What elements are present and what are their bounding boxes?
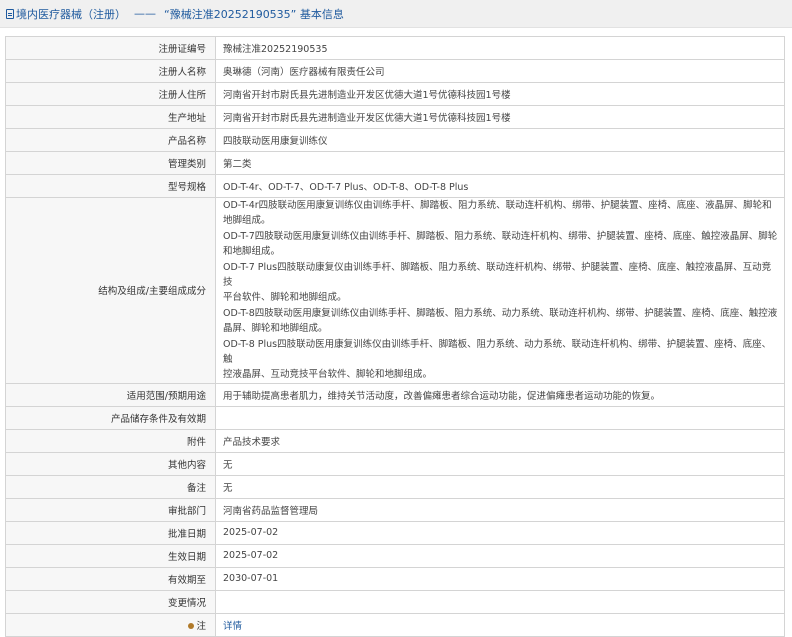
field-label: 产品储存条件及有效期 — [5, 405, 216, 430]
document-icon — [6, 8, 14, 19]
page-title: “豫械注准20252190535” 基本信息 — [164, 7, 344, 21]
field-label: 批准日期 — [5, 520, 216, 545]
table-row: 审批部门 河南省药品监督管理局 — [5, 497, 785, 522]
field-value: 用于辅助提高患者肌力，维持关节活动度，改善偏瘫患者综合运动功能，促进偏瘫患者运动… — [215, 382, 785, 407]
field-label: 备注 — [5, 474, 216, 499]
pin-icon — [188, 623, 195, 630]
field-value: 第二类 — [215, 151, 785, 175]
table-row: 注 详情 — [5, 612, 785, 637]
field-value: OD-T-4r、OD-T-7、OD-T-7 Plus、OD-T-8、OD-T-8… — [215, 174, 785, 198]
field-value: 2025-07-02 — [215, 543, 785, 568]
field-label: 审批部门 — [5, 497, 216, 522]
field-value: 无 — [215, 474, 785, 499]
details-link[interactable]: 详情 — [223, 621, 242, 632]
field-value: 产品技术要求 — [215, 428, 785, 453]
table-row: 结构及组成/主要组成成分 OD-T-4r四肢联动医用康复训练仪由训练手杆、脚踏板… — [5, 197, 785, 384]
table-row: 其他内容无 — [5, 451, 785, 476]
field-label: 型号规格 — [5, 174, 216, 198]
field-label: 适用范围/预期用途 — [5, 382, 216, 407]
field-value: 2025-07-02 — [215, 520, 785, 545]
note-label: 注 — [196, 620, 206, 632]
field-value: 河南省开封市尉氏县先进制造业开发区优德大道1号优德科技园1号楼 — [215, 82, 785, 106]
field-label: 注册证编号 — [5, 36, 216, 60]
field-value: OD-T-4r四肢联动医用康复训练仪由训练手杆、脚踏板、阻力系统、联动连杆机构、… — [215, 197, 785, 384]
table-row: 生产地址 河南省开封市尉氏县先进制造业开发区优德大道1号优德科技园1号楼 — [5, 105, 785, 129]
table-row: 管理类别 第二类 — [5, 151, 785, 175]
structure-line: 地脚组成。 — [223, 215, 271, 227]
table-row: 注册证编号 豫械注准20252190535 — [5, 36, 785, 60]
structure-line: 控液晶屏、互动竞技平台软件、脚轮和地脚组成。 — [223, 369, 433, 381]
structure-line: OD-T-8四肢联动医用康复训练仪由训练手杆、脚踏板、阻力系统、动力系统、联动连… — [223, 307, 778, 319]
table-row: 生效日期 2025-07-02 — [5, 543, 785, 568]
structure-line: 平台软件、脚轮和地脚组成。 — [223, 292, 347, 304]
table-row: 产品名称 四肢联动医用康复训练仪 — [5, 128, 785, 152]
field-value — [215, 589, 785, 614]
table-row: 型号规格 OD-T-4r、OD-T-7、OD-T-7 Plus、OD-T-8、OD… — [5, 174, 785, 198]
field-value: 奥琳德（河南）医疗器械有限责任公司 — [215, 59, 785, 83]
field-label: 其他内容 — [5, 451, 216, 476]
field-value: 详情 — [215, 612, 785, 637]
field-label: 注册人名称 — [5, 59, 216, 83]
field-value: 河南省开封市尉氏县先进制造业开发区优德大道1号优德科技园1号楼 — [215, 105, 785, 129]
field-label: 有效期至 — [5, 566, 216, 591]
structure-line: OD-T-8 Plus四肢联动医用康复训练仪由训练手杆、脚踏板、阻力系统、动力系… — [223, 338, 772, 366]
table-row: 变更情况 — [5, 589, 785, 614]
field-value: 2030-07-01 — [215, 566, 785, 591]
breadcrumb-separator: —— — [134, 7, 156, 20]
field-label: 生产地址 — [5, 105, 216, 129]
field-label: 管理类别 — [5, 151, 216, 175]
structure-line: 和地脚组成。 — [223, 246, 281, 258]
field-label: 变更情况 — [5, 589, 216, 614]
field-value — [215, 405, 785, 430]
field-label: 结构及组成/主要组成成分 — [5, 197, 216, 384]
table-row: 附件 产品技术要求 — [5, 428, 785, 453]
detail-table: 注册证编号 豫械注准20252190535 注册人名称 奥琳德（河南）医疗器械有限责… — [5, 36, 785, 637]
field-label: 产品名称 — [5, 128, 216, 152]
breadcrumb: 境内医疗器械（注册） —— “豫械注准20252190535” 基本信息 — [0, 0, 792, 28]
table-row: 适用范围/预期用途 用于辅助提高患者肌力，维持关节活动度，改善偏瘫患者综合运动功能… — [5, 382, 785, 407]
structure-line: OD-T-7 Plus四肢联动康复仪由训练手杆、脚踏板、阻力系统、联动连杆机构、… — [223, 261, 772, 289]
structure-line: 晶屏、脚轮和地脚组成。 — [223, 323, 328, 335]
breadcrumb-root[interactable]: 境内医疗器械（注册） — [16, 6, 126, 22]
field-value: 四肢联动医用康复训练仪 — [215, 128, 785, 152]
table-row: 备注无 — [5, 474, 785, 499]
table-row: 注册人名称 奥琳德（河南）医疗器械有限责任公司 — [5, 59, 785, 83]
field-label: 注 — [5, 612, 216, 637]
table-row: 注册人住所 河南省开封市尉氏县先进制造业开发区优德大道1号优德科技园1号楼 — [5, 82, 785, 106]
field-label: 附件 — [5, 428, 216, 453]
field-value: 豫械注准20252190535 — [215, 36, 785, 60]
table-row: 批准日期 2025-07-02 — [5, 520, 785, 545]
field-label: 生效日期 — [5, 543, 216, 568]
field-value: 河南省药品监督管理局 — [215, 497, 785, 522]
table-row: 产品储存条件及有效期 — [5, 405, 785, 430]
table-row: 有效期至 2030-07-01 — [5, 566, 785, 591]
structure-line: OD-T-7四肢联动医用康复训练仪由训练手杆、脚踏板、阻力系统、联动连杆机构、绑… — [223, 230, 778, 242]
structure-line: OD-T-4r四肢联动医用康复训练仪由训练手杆、脚踏板、阻力系统、联动连杆机构、… — [223, 200, 772, 211]
field-value: 无 — [215, 451, 785, 476]
field-label: 注册人住所 — [5, 82, 216, 106]
